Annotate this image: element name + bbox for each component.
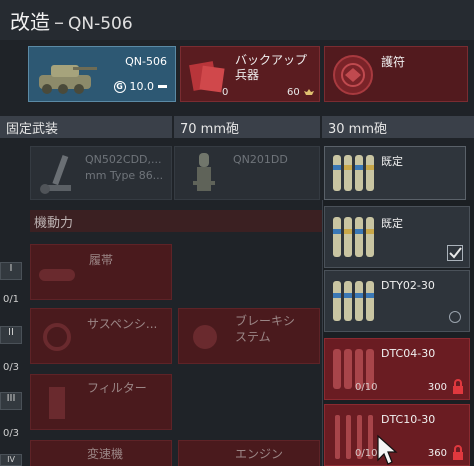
fixed-weapon-2-label: QN201DD xyxy=(233,153,288,166)
ammo-option-dtc10-label: DTC10-30 xyxy=(381,413,436,426)
mouse-cursor-icon xyxy=(377,434,398,465)
module-engine[interactable]: エンジン xyxy=(178,440,320,466)
module-track[interactable]: 履帯 xyxy=(30,244,172,300)
backup-cost: 60 xyxy=(287,87,300,98)
vehicle-name: QN-506 xyxy=(125,55,167,68)
module-suspension[interactable]: サスペンシ... xyxy=(30,308,172,364)
brake-icon xyxy=(193,325,217,349)
module-transmission[interactable]: 変速機 xyxy=(30,440,172,466)
module-suspension-label: サスペンシ... xyxy=(87,317,158,331)
tier-1-label: I xyxy=(0,262,22,280)
gun30-current-ammo-slot[interactable]: 既定 xyxy=(324,146,466,200)
title-model: QN-506 xyxy=(68,14,133,34)
lock-icon xyxy=(453,445,463,460)
module-brake[interactable]: ブレーキシステム xyxy=(178,308,320,364)
backup-label: バックアップ兵器 xyxy=(235,53,308,82)
tier-3-count: 0/3 xyxy=(2,428,20,439)
battle-rating: G 10.0 xyxy=(113,80,167,93)
tank-icon xyxy=(39,65,97,94)
ammo-option-dtc10-count: 0/10 xyxy=(355,448,378,459)
tier-1-count: 0/1 xyxy=(2,294,20,305)
category-70mm-gun: 70 mm砲 xyxy=(174,116,320,138)
tier-2-count: 0/3 xyxy=(2,362,20,373)
ammo-belt-icon xyxy=(333,155,374,191)
tier-4-label: IV xyxy=(0,454,22,466)
ammo-option-dty02-label: DTY02-30 xyxy=(381,279,435,292)
backup-crate-icon xyxy=(189,61,225,93)
ammo-option-dtc10-cost: 360 xyxy=(427,448,447,459)
ammo-option-default-label: 既定 xyxy=(381,217,403,230)
ammo-option-dty02[interactable]: DTY02-30 xyxy=(324,270,470,332)
shell-icon xyxy=(193,153,215,191)
ammo-belt-icon xyxy=(333,217,374,257)
category-30mm-gun: 30 mm砲 xyxy=(322,116,474,138)
gun30-current-ammo-label: 既定 xyxy=(381,155,403,168)
ammo-option-dtc04-label: DTC04-30 xyxy=(381,347,436,360)
fixed-weapon-slot-2[interactable]: QN201DD xyxy=(174,146,320,200)
talisman-label: 護符 xyxy=(381,55,406,69)
eagle-icon xyxy=(304,89,314,95)
vehicle-card[interactable]: QN-506 G 10.0 xyxy=(28,46,176,102)
category-fixed-weapons: 固定武装 xyxy=(0,116,172,138)
track-icon xyxy=(39,269,75,281)
talisman-card[interactable]: 護符 xyxy=(324,46,468,102)
checkmark-icon xyxy=(447,245,463,261)
ammo-option-default[interactable]: 既定 xyxy=(324,206,470,268)
ground-badge-icon: G xyxy=(113,80,126,93)
suspension-icon xyxy=(43,323,71,351)
fixed-weapon-slot-1[interactable]: QN502CDD,... mm Type 86... xyxy=(30,146,172,200)
module-engine-label: エンジン xyxy=(235,447,284,461)
tier-3-label: III xyxy=(0,392,22,410)
module-brake-label: ブレーキシステム xyxy=(235,314,296,344)
filter-icon xyxy=(49,387,65,419)
page-title: 改造 – QN-506 xyxy=(10,6,133,35)
tier-2-label: II xyxy=(0,326,22,344)
rank-bar-icon xyxy=(158,85,167,88)
mobility-section-head: 機動力 xyxy=(30,210,330,232)
ammo-option-dtc04-count: 0/10 xyxy=(355,382,378,393)
module-track-label: 履帯 xyxy=(89,253,114,267)
module-filter-label: フィルター xyxy=(87,381,147,395)
ammo-option-dtc04[interactable]: DTC04-30 0/10 300 xyxy=(324,338,470,400)
fixed-weapon-1-line2: mm Type 86... xyxy=(85,169,164,182)
ammo-belt-icon xyxy=(333,281,374,321)
backup-count: 0 xyxy=(222,87,229,98)
ammo-option-dtc04-cost: 300 xyxy=(427,382,447,393)
title-label: 改造 xyxy=(10,10,50,34)
module-filter[interactable]: フィルター xyxy=(30,374,172,430)
battle-rating-value: 10.0 xyxy=(129,80,155,93)
fixed-weapon-1-line1: QN502CDD,... xyxy=(85,153,162,166)
backup-weapon-card[interactable]: バックアップ兵器 0 60 xyxy=(180,46,320,102)
module-transmission-label: 変速機 xyxy=(87,447,124,461)
radio-button-icon[interactable] xyxy=(449,311,461,323)
mortar-icon xyxy=(40,154,71,194)
talisman-emblem-icon xyxy=(333,55,373,95)
lock-icon xyxy=(453,379,463,394)
title-separator: – xyxy=(54,10,64,34)
